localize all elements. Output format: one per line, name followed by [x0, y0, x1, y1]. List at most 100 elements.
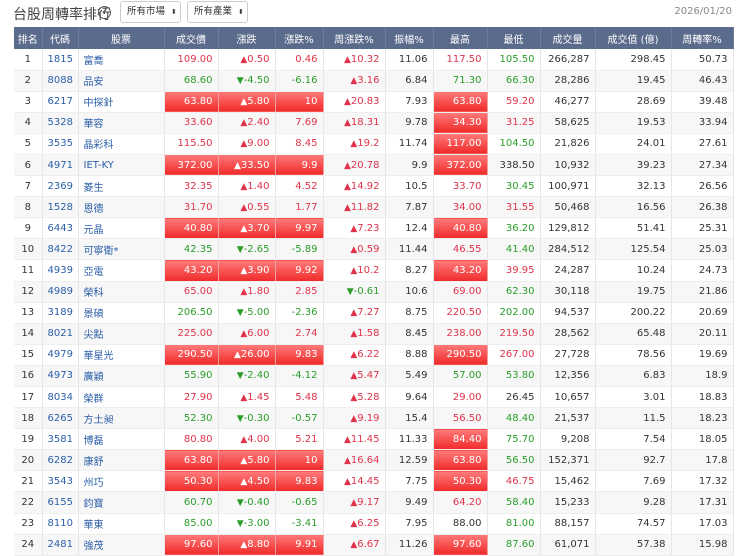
vol-value: 46,277 [554, 96, 590, 108]
table-row[interactable]: 17 8034 榮群 27.90 ▲1.45 5.48 ▲5.28 9.64 29.00 26.4… [14, 386, 734, 409]
table-row[interactable]: 24 2481 強茂 97.60 ▲8.80 9.91 ▲6.67 11.26 97.60 87.… [14, 534, 734, 556]
table-row[interactable]: 11 4939 亞電 43.20 ▲3.90 9.92 ▲10.2 8.27 43.20 39.9… [14, 259, 734, 282]
stock-name-link[interactable]: 中探針 [78, 91, 165, 113]
code-link[interactable]: 6217 [42, 91, 79, 113]
stock-name-link[interactable]: 尖點 [78, 323, 165, 345]
table-row[interactable]: 12 4989 榮科 65.00 ▲1.80 2.85 ▼-0.61 10.6 69.00 62.… [14, 281, 734, 303]
code-link[interactable]: 8088 [42, 70, 79, 92]
column-header[interactable]: 成交值 (億) [595, 27, 672, 49]
code-link[interactable]: 3189 [42, 302, 79, 324]
table-row[interactable]: 20 6282 康舒 63.80 ▲5.80 10 ▲16.64 12.59 63.80 56.5… [14, 449, 734, 472]
table-row[interactable]: 8 1528 恩德 31.70 ▲0.55 1.77 ▲11.82 7.87 34.00 31.5… [14, 196, 734, 219]
up-arrow-icon: ▲ [343, 476, 351, 487]
code-link[interactable]: 1528 [42, 196, 79, 219]
code-link[interactable]: 2481 [42, 534, 79, 556]
table-row[interactable]: 22 6155 鈞寶 60.70 ▼-0.40 -0.65 ▲9.17 9.49 64.20 58… [14, 491, 734, 514]
code-link[interactable]: 8110 [42, 513, 79, 535]
stock-name-link[interactable]: IET-KY [78, 154, 165, 177]
table-row[interactable]: 18 6265 方土昶 52.30 ▼-0.30 -0.57 ▲9.19 15.4 56.50 4… [14, 407, 734, 430]
column-header[interactable]: 成交量 [540, 27, 596, 49]
stock-name-link[interactable]: 菱生 [78, 175, 165, 198]
code-link[interactable]: 8021 [42, 323, 79, 345]
turnover-ranking-table: 排名 代碼 股票 成交價 漲跌 漲跌% 周漲跌% 振幅% 最高 最低 成交量 成交值 (億) 周轉率% … [14, 27, 734, 556]
low-cell: 202.00 [487, 302, 541, 324]
stock-name-link[interactable]: 可寧衛* [78, 238, 165, 261]
market-select[interactable]: 所有市場 ⬍ [120, 1, 181, 23]
stock-name-link[interactable]: 州巧 [78, 470, 165, 493]
code-link[interactable]: 4939 [42, 259, 79, 282]
code-link[interactable]: 6443 [42, 217, 79, 240]
table-row[interactable]: 14 8021 尖點 225.00 ▲6.00 2.74 ▲1.58 8.45 238.00 21… [14, 323, 734, 345]
stock-name-link[interactable]: 亞電 [78, 259, 165, 282]
stock-name-link[interactable]: 華東 [78, 513, 165, 535]
stock-name-link[interactable]: 榮群 [78, 386, 165, 409]
stock-name-link[interactable]: 強茂 [78, 534, 165, 556]
table-row[interactable]: 21 3543 州巧 50.30 ▲4.50 9.83 ▲14.45 7.75 50.30 46.… [14, 470, 734, 493]
column-header[interactable]: 漲跌% [275, 27, 324, 49]
code-link[interactable]: 4971 [42, 154, 79, 177]
table-row[interactable]: 13 3189 景碩 206.50 ▼-5.00 -2.36 ▲7.27 8.75 220.50… [14, 302, 734, 324]
stock-name-link[interactable]: 景碩 [78, 302, 165, 324]
column-header[interactable]: 振幅% [385, 27, 434, 49]
column-header[interactable]: 股票 [78, 27, 165, 49]
column-header[interactable]: 最高 [433, 27, 488, 49]
industry-select[interactable]: 所有產業 ⬍ [187, 1, 248, 23]
stock-name-link[interactable]: 廣穎 [78, 365, 165, 388]
table-row[interactable]: 1 1815 富喬 109.00 ▲0.50 0.46 ▲10.32 11.06 117.50 1… [14, 49, 734, 71]
table-row[interactable]: 3 6217 中探針 63.80 ▲5.80 10 ▲20.83 7.93 63.80 59.20… [14, 91, 734, 113]
change-cell: ▲4.00 [218, 428, 276, 451]
high-value: 117.00 [446, 138, 482, 150]
table-row[interactable]: 2 8088 品安 68.60 ▼-4.50 -6.16 ▲3.16 6.84 71.30 66.… [14, 70, 734, 92]
table-row[interactable]: 15 4979 華星光 290.50 ▲26.00 9.83 ▲6.22 8.88 290.50… [14, 344, 734, 366]
stock-name-link[interactable]: 康舒 [78, 449, 165, 472]
code-link[interactable]: 3581 [42, 428, 79, 451]
table-row[interactable]: 7 2369 菱生 32.35 ▲1.40 4.52 ▲14.92 10.5 33.70 30.4… [14, 175, 734, 198]
column-header[interactable]: 漲跌 [218, 27, 276, 49]
column-header[interactable]: 周漲跌% [323, 27, 386, 49]
column-header[interactable]: 最低 [487, 27, 541, 49]
high-cell: 372.00 [433, 154, 488, 177]
stock-name-link[interactable]: 恩德 [78, 196, 165, 219]
stock-name-link[interactable]: 博磊 [78, 428, 165, 451]
stock-name-link[interactable]: 晶彩科 [78, 133, 165, 155]
code-link[interactable]: 5328 [42, 112, 79, 134]
code-link[interactable]: 8422 [42, 238, 79, 261]
table-row[interactable]: 6 4971 IET-KY 372.00 ▲33.50 9.9 ▲20.78 9.9 372.0… [14, 154, 734, 177]
value-cell: 74.57 [595, 513, 672, 535]
stock-name-link[interactable]: 華容 [78, 112, 165, 134]
stock-name-link[interactable]: 方土昶 [78, 407, 165, 430]
code-link[interactable]: 3535 [42, 133, 79, 155]
table-row[interactable]: 23 8110 華東 85.00 ▼-3.00 -3.41 ▲6.25 7.95 88.00 81… [14, 513, 734, 535]
code-link[interactable]: 6155 [42, 491, 79, 514]
table-row[interactable]: 9 6443 元晶 40.80 ▲3.70 9.97 ▲7.23 12.4 40.80 36.20… [14, 217, 734, 240]
stock-name-link[interactable]: 榮科 [78, 281, 165, 303]
stock-name-link[interactable]: 華星光 [78, 344, 165, 366]
code-link[interactable]: 4989 [42, 281, 79, 303]
stock-name-link[interactable]: 鈞寶 [78, 491, 165, 514]
val-value: 3.01 [643, 391, 666, 403]
column-header[interactable]: 成交價 [164, 27, 219, 49]
week-change-cell: ▲0.59 [323, 238, 386, 261]
table-row[interactable]: 5 3535 晶彩科 115.50 ▲9.00 8.45 ▲19.2 11.74 117.00 1… [14, 133, 734, 155]
column-header[interactable]: 代碼 [42, 27, 79, 49]
code-link[interactable]: 6265 [42, 407, 79, 430]
column-header[interactable]: 周轉率% [671, 27, 734, 49]
pct-value: 10 [304, 454, 318, 466]
code-link[interactable]: 1815 [42, 49, 79, 71]
stock-name-link[interactable]: 富喬 [78, 49, 165, 71]
stock-name-link[interactable]: 品安 [78, 70, 165, 92]
rank-value: 10 [21, 243, 35, 255]
code-link[interactable]: 6282 [42, 449, 79, 472]
code-link[interactable]: 8034 [42, 386, 79, 409]
table-row[interactable]: 16 4973 廣穎 55.90 ▼-2.40 -4.12 ▲5.47 5.49 57.00 53… [14, 365, 734, 388]
code-link[interactable]: 4973 [42, 365, 79, 388]
table-row[interactable]: 19 3581 博磊 80.80 ▲4.00 5.21 ▲11.45 11.33 84.40 75… [14, 428, 734, 451]
table-row[interactable]: 4 5328 華容 33.60 ▲2.40 7.69 ▲18.31 9.78 34.30 31.2… [14, 112, 734, 134]
column-header[interactable]: 排名 [14, 27, 43, 49]
help-icon[interactable]: ? [98, 6, 111, 19]
stock-name-link[interactable]: 元晶 [78, 217, 165, 240]
code-link[interactable]: 4979 [42, 344, 79, 366]
table-row[interactable]: 10 8422 可寧衛* 42.35 ▼-2.65 -5.89 ▲0.59 11.44 46.5… [14, 238, 734, 261]
code-link[interactable]: 3543 [42, 470, 79, 493]
code-link[interactable]: 2369 [42, 175, 79, 198]
